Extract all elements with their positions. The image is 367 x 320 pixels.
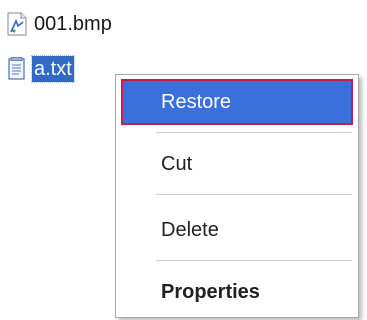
bitmap-file-icon: [6, 12, 28, 36]
text-file-icon: [6, 57, 28, 81]
menu-item-cut[interactable]: Cut: [121, 141, 353, 187]
file-item-001-bmp[interactable]: 001.bmp: [6, 10, 114, 38]
menu-separator: [156, 260, 352, 261]
menu-item-properties[interactable]: Properties: [121, 269, 353, 315]
menu-separator: [156, 194, 352, 195]
context-menu: Restore Cut Delete Properties: [115, 74, 359, 318]
menu-separator: [156, 132, 352, 133]
menu-item-delete[interactable]: Delete: [121, 207, 353, 253]
file-name-label: a.txt: [31, 55, 75, 83]
menu-item-restore[interactable]: Restore: [121, 79, 353, 125]
file-name-label: 001.bmp: [34, 13, 112, 35]
file-item-a-txt[interactable]: a.txt: [6, 55, 75, 83]
